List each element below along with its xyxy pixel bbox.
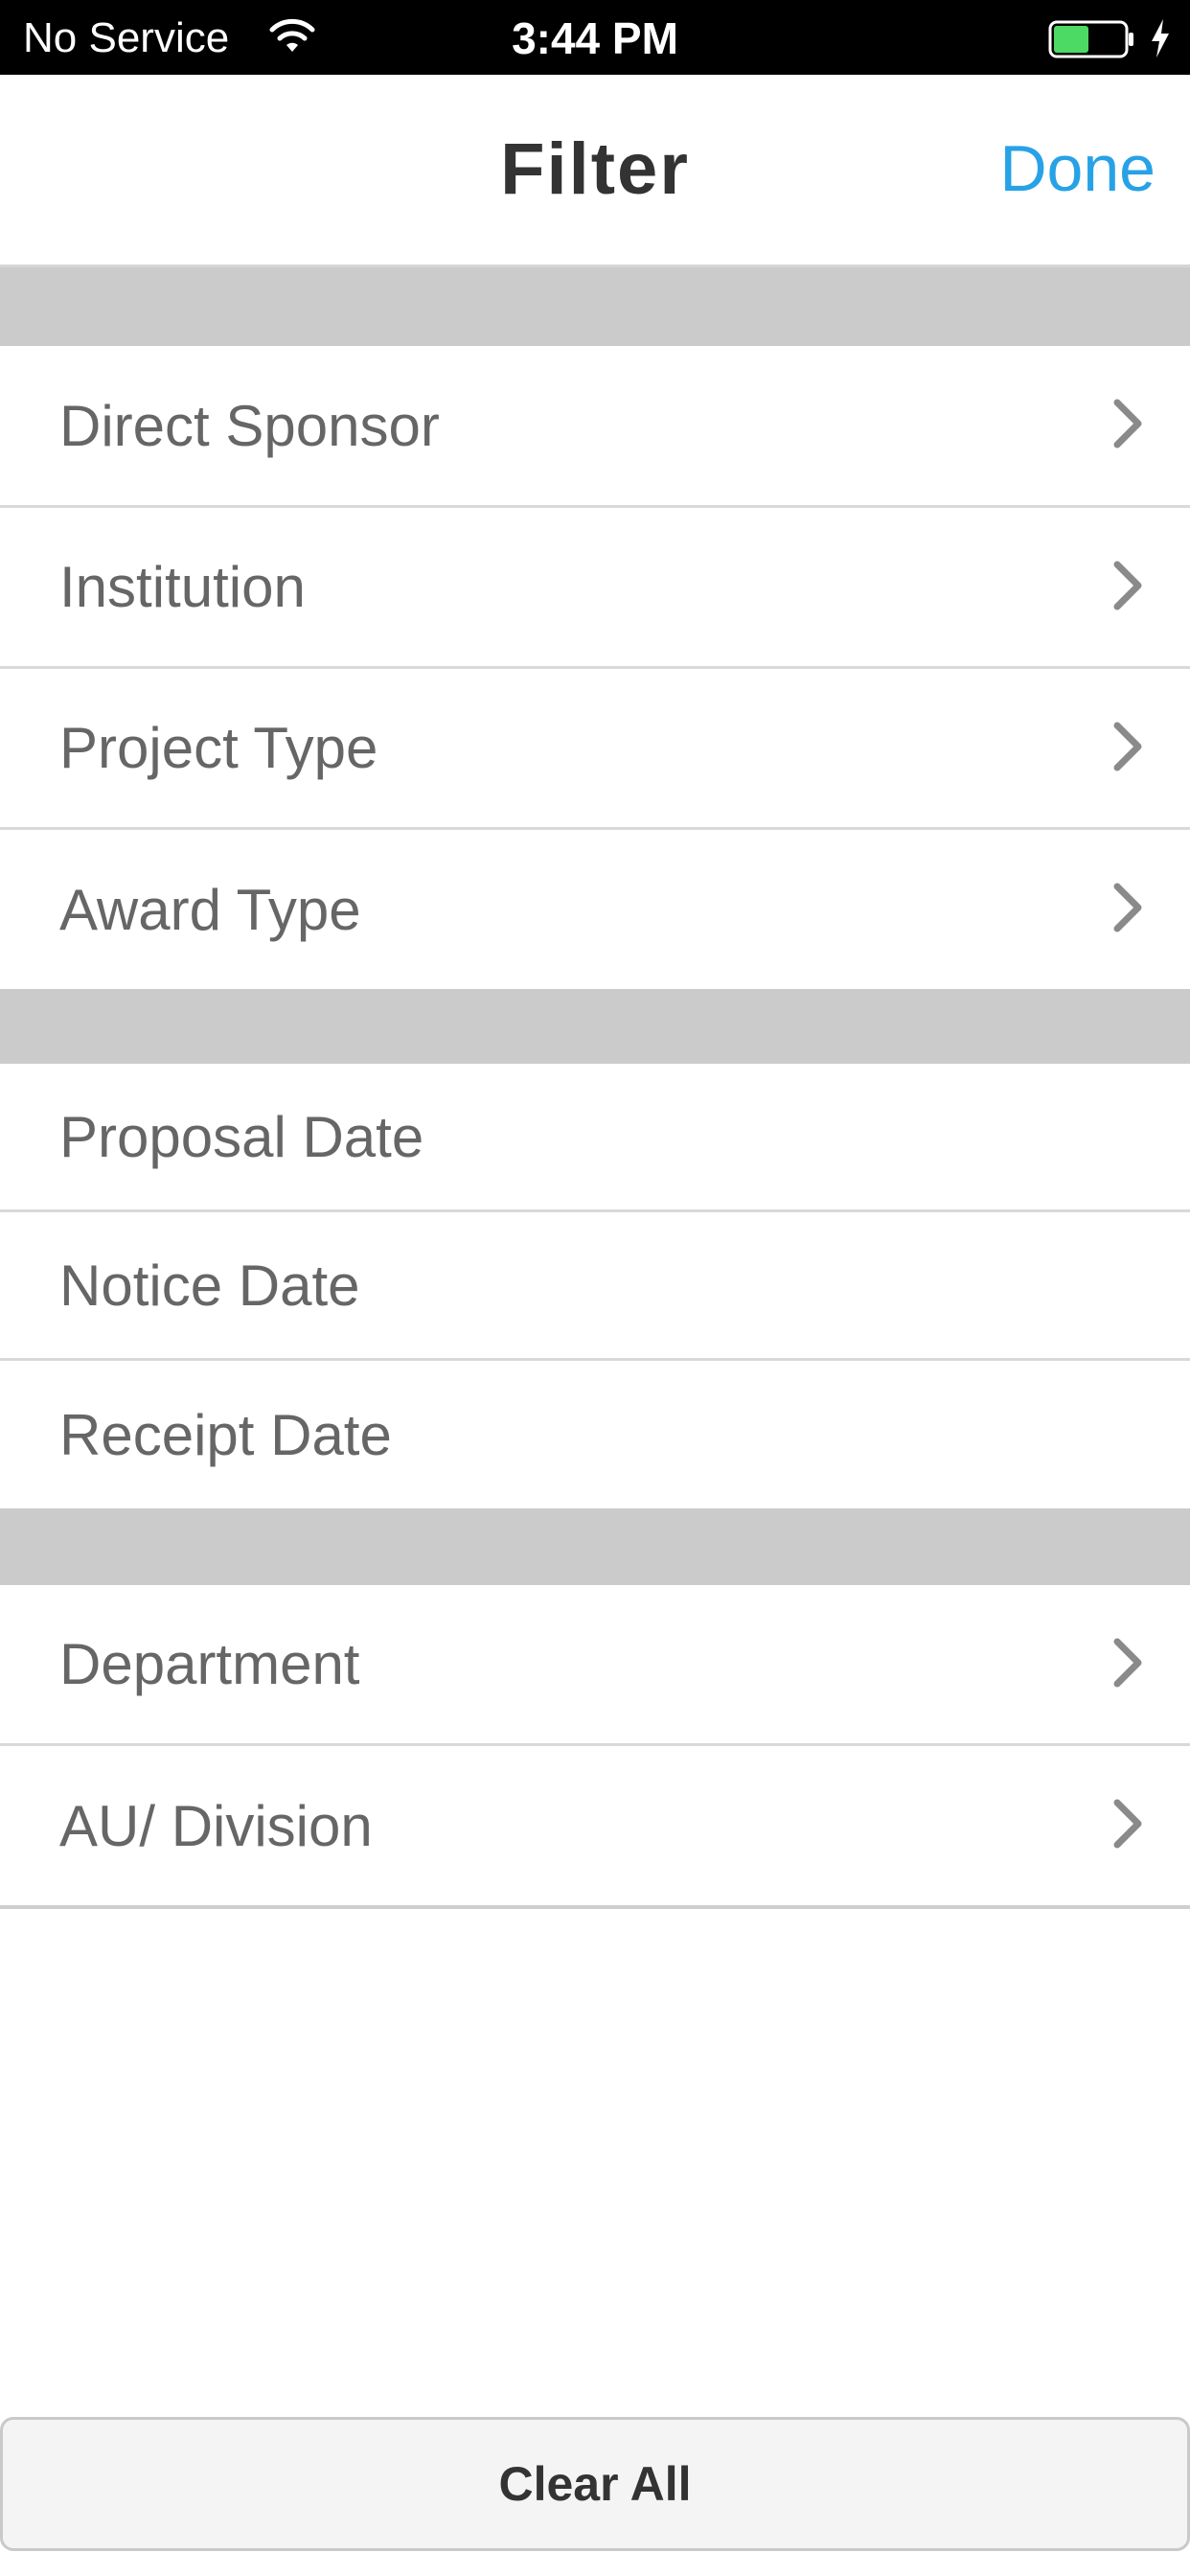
filter-row-award-type[interactable]: Award Type (0, 830, 1190, 989)
filter-row-au-division[interactable]: AU/ Division (0, 1746, 1190, 1909)
charging-bolt-icon (1152, 19, 1169, 58)
chevron-right-icon (1113, 883, 1142, 932)
filter-row-project-type[interactable]: Project Type (0, 669, 1190, 830)
chevron-right-icon (1113, 722, 1142, 770)
carrier-label: No Service (23, 14, 230, 61)
filter-row-proposal-date[interactable]: Proposal Date (0, 1064, 1190, 1212)
filter-row-institution[interactable]: Institution (0, 508, 1190, 669)
section-separator (0, 267, 1190, 346)
filter-row-notice-date[interactable]: Notice Date (0, 1212, 1190, 1361)
filter-row-direct-sponsor[interactable]: Direct Sponsor (0, 346, 1190, 508)
done-button[interactable]: Done (999, 75, 1156, 264)
wifi-icon (269, 18, 315, 52)
chevron-right-icon (1113, 1638, 1142, 1687)
status-bar: No Service 3:44 PM (0, 0, 1190, 75)
section-separator (0, 1508, 1190, 1585)
navigation-bar: Filter Done (0, 75, 1190, 267)
row-label: Notice Date (59, 1253, 360, 1318)
row-label: AU/ Division (59, 1793, 373, 1858)
chevron-right-icon (1113, 1799, 1142, 1849)
filter-row-department[interactable]: Department (0, 1585, 1190, 1746)
row-label: Project Type (59, 716, 378, 780)
clear-all-button[interactable]: Clear All (0, 2417, 1190, 2551)
battery-icon (1048, 20, 1133, 58)
row-label: Award Type (59, 877, 361, 942)
row-label: Proposal Date (59, 1104, 424, 1169)
filter-row-receipt-date[interactable]: Receipt Date (0, 1361, 1190, 1508)
row-label: Department (59, 1632, 360, 1696)
row-label: Receipt Date (59, 1402, 392, 1467)
row-label: Institution (59, 555, 306, 619)
chevron-right-icon (1113, 561, 1142, 610)
section-separator (0, 989, 1190, 1064)
row-label: Direct Sponsor (59, 393, 440, 458)
chevron-right-icon (1113, 399, 1142, 448)
